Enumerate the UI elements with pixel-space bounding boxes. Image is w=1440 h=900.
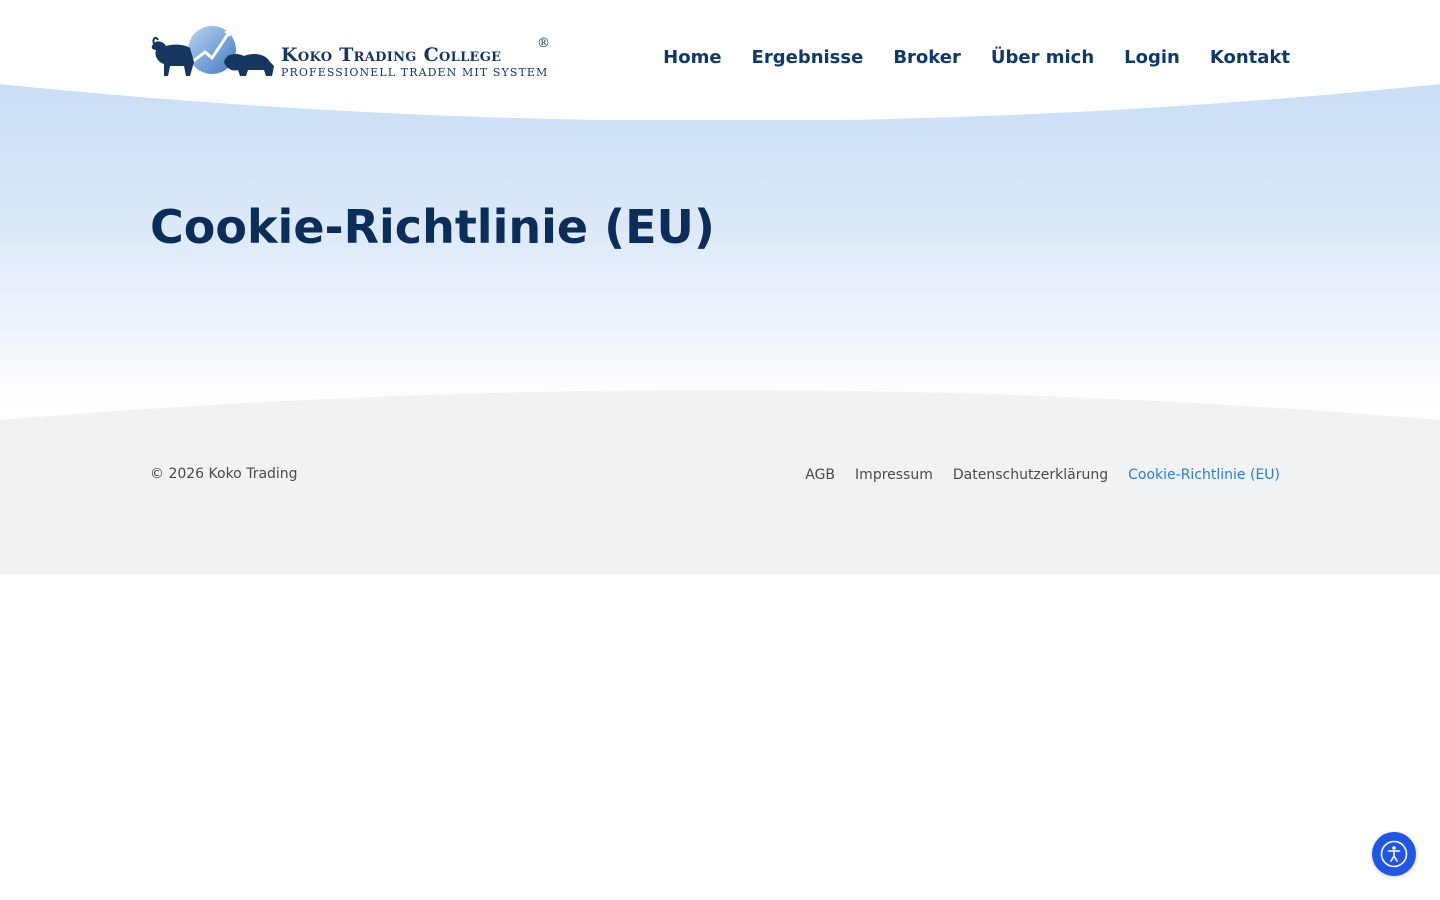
site-header: Koko Trading College ® PROFESSIONELL TRA… bbox=[0, 0, 1440, 80]
logo-title: Koko Trading College bbox=[281, 44, 502, 66]
footer-link-cookie-richtlinie[interactable]: Cookie-Richtlinie (EU) bbox=[1128, 467, 1280, 483]
registered-mark: ® bbox=[537, 36, 550, 51]
page: Koko Trading College ® PROFESSIONELL TRA… bbox=[0, 0, 1440, 900]
footer-nav: AGB Impressum Datenschutzerklärung Cooki… bbox=[805, 467, 1280, 483]
main-nav: Home Ergebnisse Broker Über mich Login K… bbox=[663, 47, 1290, 68]
nav-item-ueber-mich[interactable]: Über mich bbox=[991, 47, 1094, 68]
footer-link-datenschutz[interactable]: Datenschutzerklärung bbox=[953, 467, 1108, 483]
accessibility-icon bbox=[1380, 840, 1408, 868]
bull-bear-globe-icon bbox=[151, 26, 274, 76]
nav-item-kontakt[interactable]: Kontakt bbox=[1210, 47, 1290, 68]
nav-item-home[interactable]: Home bbox=[663, 47, 721, 68]
footer-link-impressum[interactable]: Impressum bbox=[855, 467, 933, 483]
nav-item-login[interactable]: Login bbox=[1124, 47, 1180, 68]
logo-tagline: PROFESSIONELL TRADEN MIT SYSTEM bbox=[281, 66, 549, 79]
nav-item-broker[interactable]: Broker bbox=[893, 47, 961, 68]
footer-link-agb[interactable]: AGB bbox=[805, 467, 835, 483]
accessibility-button[interactable] bbox=[1372, 832, 1416, 876]
page-title: Cookie-Richtlinie (EU) bbox=[150, 200, 715, 254]
site-logo[interactable]: Koko Trading College ® PROFESSIONELL TRA… bbox=[150, 22, 555, 82]
copyright-text: © 2026 Koko Trading bbox=[150, 466, 298, 482]
nav-item-ergebnisse[interactable]: Ergebnisse bbox=[752, 47, 864, 68]
